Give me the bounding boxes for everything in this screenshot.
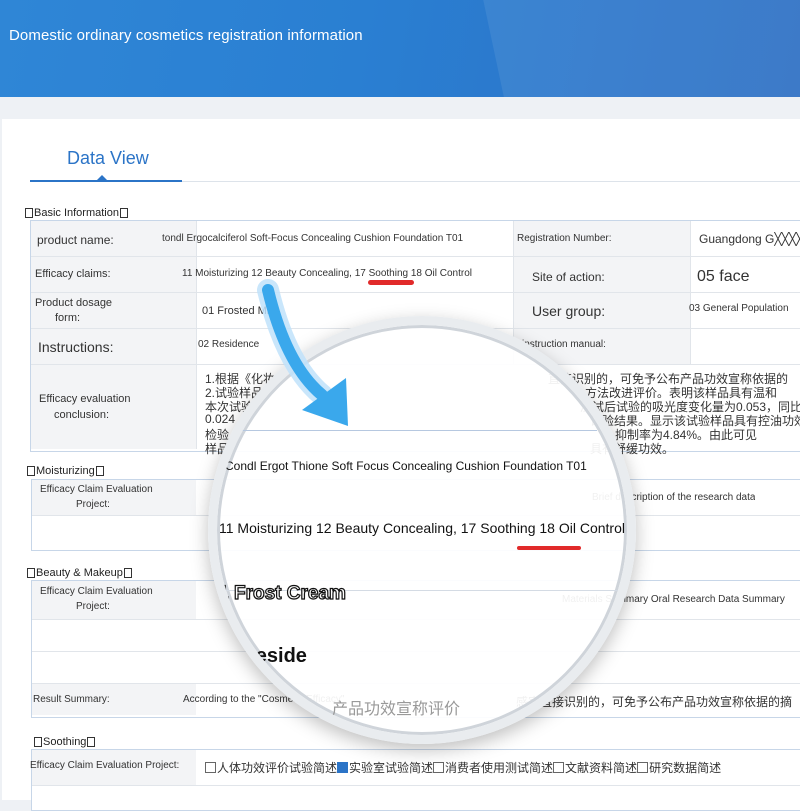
dosage-form-label-2: form: — [55, 312, 81, 324]
bracket-icon — [34, 737, 42, 748]
bracket-icon — [95, 466, 104, 477]
product-name-value: tondl Ergocalciferol Soft-Focus Conceali… — [162, 233, 464, 244]
option-human-trial[interactable]: 人体功效评价试验简述 — [205, 761, 337, 775]
soothing-options: 人体功效评价试验简述 实验室试验简述 消费者使用测试简述 文献资料简述 研究数据简述 — [205, 759, 721, 776]
project-label: Efficacy Claim Evaluation — [40, 484, 153, 495]
registration-number-value: Guangdong G╳╳╳╳202 — [699, 232, 800, 246]
option-research-data[interactable]: 研究数据简述 — [637, 761, 721, 775]
section-title: Basic Information — [34, 207, 119, 219]
efficacy-claims-label: Efficacy claims: — [35, 268, 111, 280]
conclusion-label-2: conclusion: — [54, 409, 110, 421]
conclusion-label: Efficacy evaluation — [39, 393, 131, 405]
highlight-underline — [517, 546, 581, 550]
checkbox-icon[interactable] — [433, 762, 445, 773]
bracket-icon — [25, 208, 33, 219]
magnified-dosage-form: 001 Frost Cream — [208, 582, 347, 604]
bracket-icon — [87, 737, 96, 748]
highlight-underline — [368, 280, 414, 285]
section-moisturizing: Moisturizing — [26, 465, 105, 477]
bracket-icon — [27, 466, 35, 477]
project-label-2: Project: — [76, 601, 110, 612]
project-label: Efficacy Claim Evaluation — [40, 586, 153, 597]
tab-caret-icon — [97, 175, 107, 180]
magnified-product-name: Condl Ergot Thione Soft Focus Concealing… — [225, 459, 587, 473]
project-label-2: Project: — [76, 499, 110, 510]
section-soothing: Soothing — [33, 736, 96, 748]
section-title: Beauty & Makeup — [36, 567, 123, 579]
magnified-instructions: reside — [248, 645, 307, 667]
page-title: Domestic ordinary cosmetics registration… — [9, 27, 363, 44]
soothing-project-label: Efficacy Claim Evaluation Project: — [30, 760, 180, 771]
magnified-bottom-text: 产品功效宣称评价 — [332, 701, 461, 718]
bracket-icon — [123, 568, 132, 579]
product-name-label: product name: — [37, 233, 114, 247]
result-summary-label: Result Summary: — [33, 694, 110, 705]
site-of-action-value: 05 face — [697, 268, 750, 285]
checkbox-icon[interactable] — [637, 762, 649, 773]
dosage-form-label: Product dosage — [35, 297, 113, 309]
bracket-icon — [27, 568, 35, 579]
curved-arrow-icon — [257, 279, 348, 426]
section-beauty-makeup: Beauty & Makeup — [26, 567, 133, 579]
checkbox-checked-icon[interactable] — [337, 762, 349, 773]
checkbox-icon[interactable] — [553, 762, 565, 773]
checkbox-icon[interactable] — [208, 500, 216, 511]
instructions-label: Instructions: — [38, 339, 114, 355]
option-lab-trial[interactable]: 实验室试验简述 — [337, 761, 433, 775]
tab-active-indicator — [30, 180, 182, 182]
tab-divider — [182, 181, 800, 182]
checkbox-icon[interactable] — [205, 762, 216, 773]
bracket-icon — [119, 208, 128, 219]
registration-number-label: Registration Number: — [517, 233, 612, 244]
section-basic-information: Basic Information — [24, 207, 129, 219]
tab-data-view[interactable]: Data View — [67, 148, 149, 169]
conclusion-line: 0.024 — [205, 412, 236, 426]
section-title: Moisturizing — [36, 465, 95, 477]
section-title: Soothing — [43, 736, 87, 748]
option-consumer-test[interactable]: 消费者使用测试简述 — [433, 761, 553, 775]
site-of-action-label: Site of action: — [532, 270, 605, 284]
user-group-value: 03 General Population — [689, 303, 789, 314]
header-banner: Domestic ordinary cosmetics registration… — [0, 0, 800, 97]
magnified-efficacy-claims: 11 Moisturizing 12 Beauty Concealing, 17… — [219, 520, 625, 536]
user-group-label: User group: — [532, 303, 606, 319]
option-literature[interactable]: 文献资料简述 — [553, 761, 637, 775]
